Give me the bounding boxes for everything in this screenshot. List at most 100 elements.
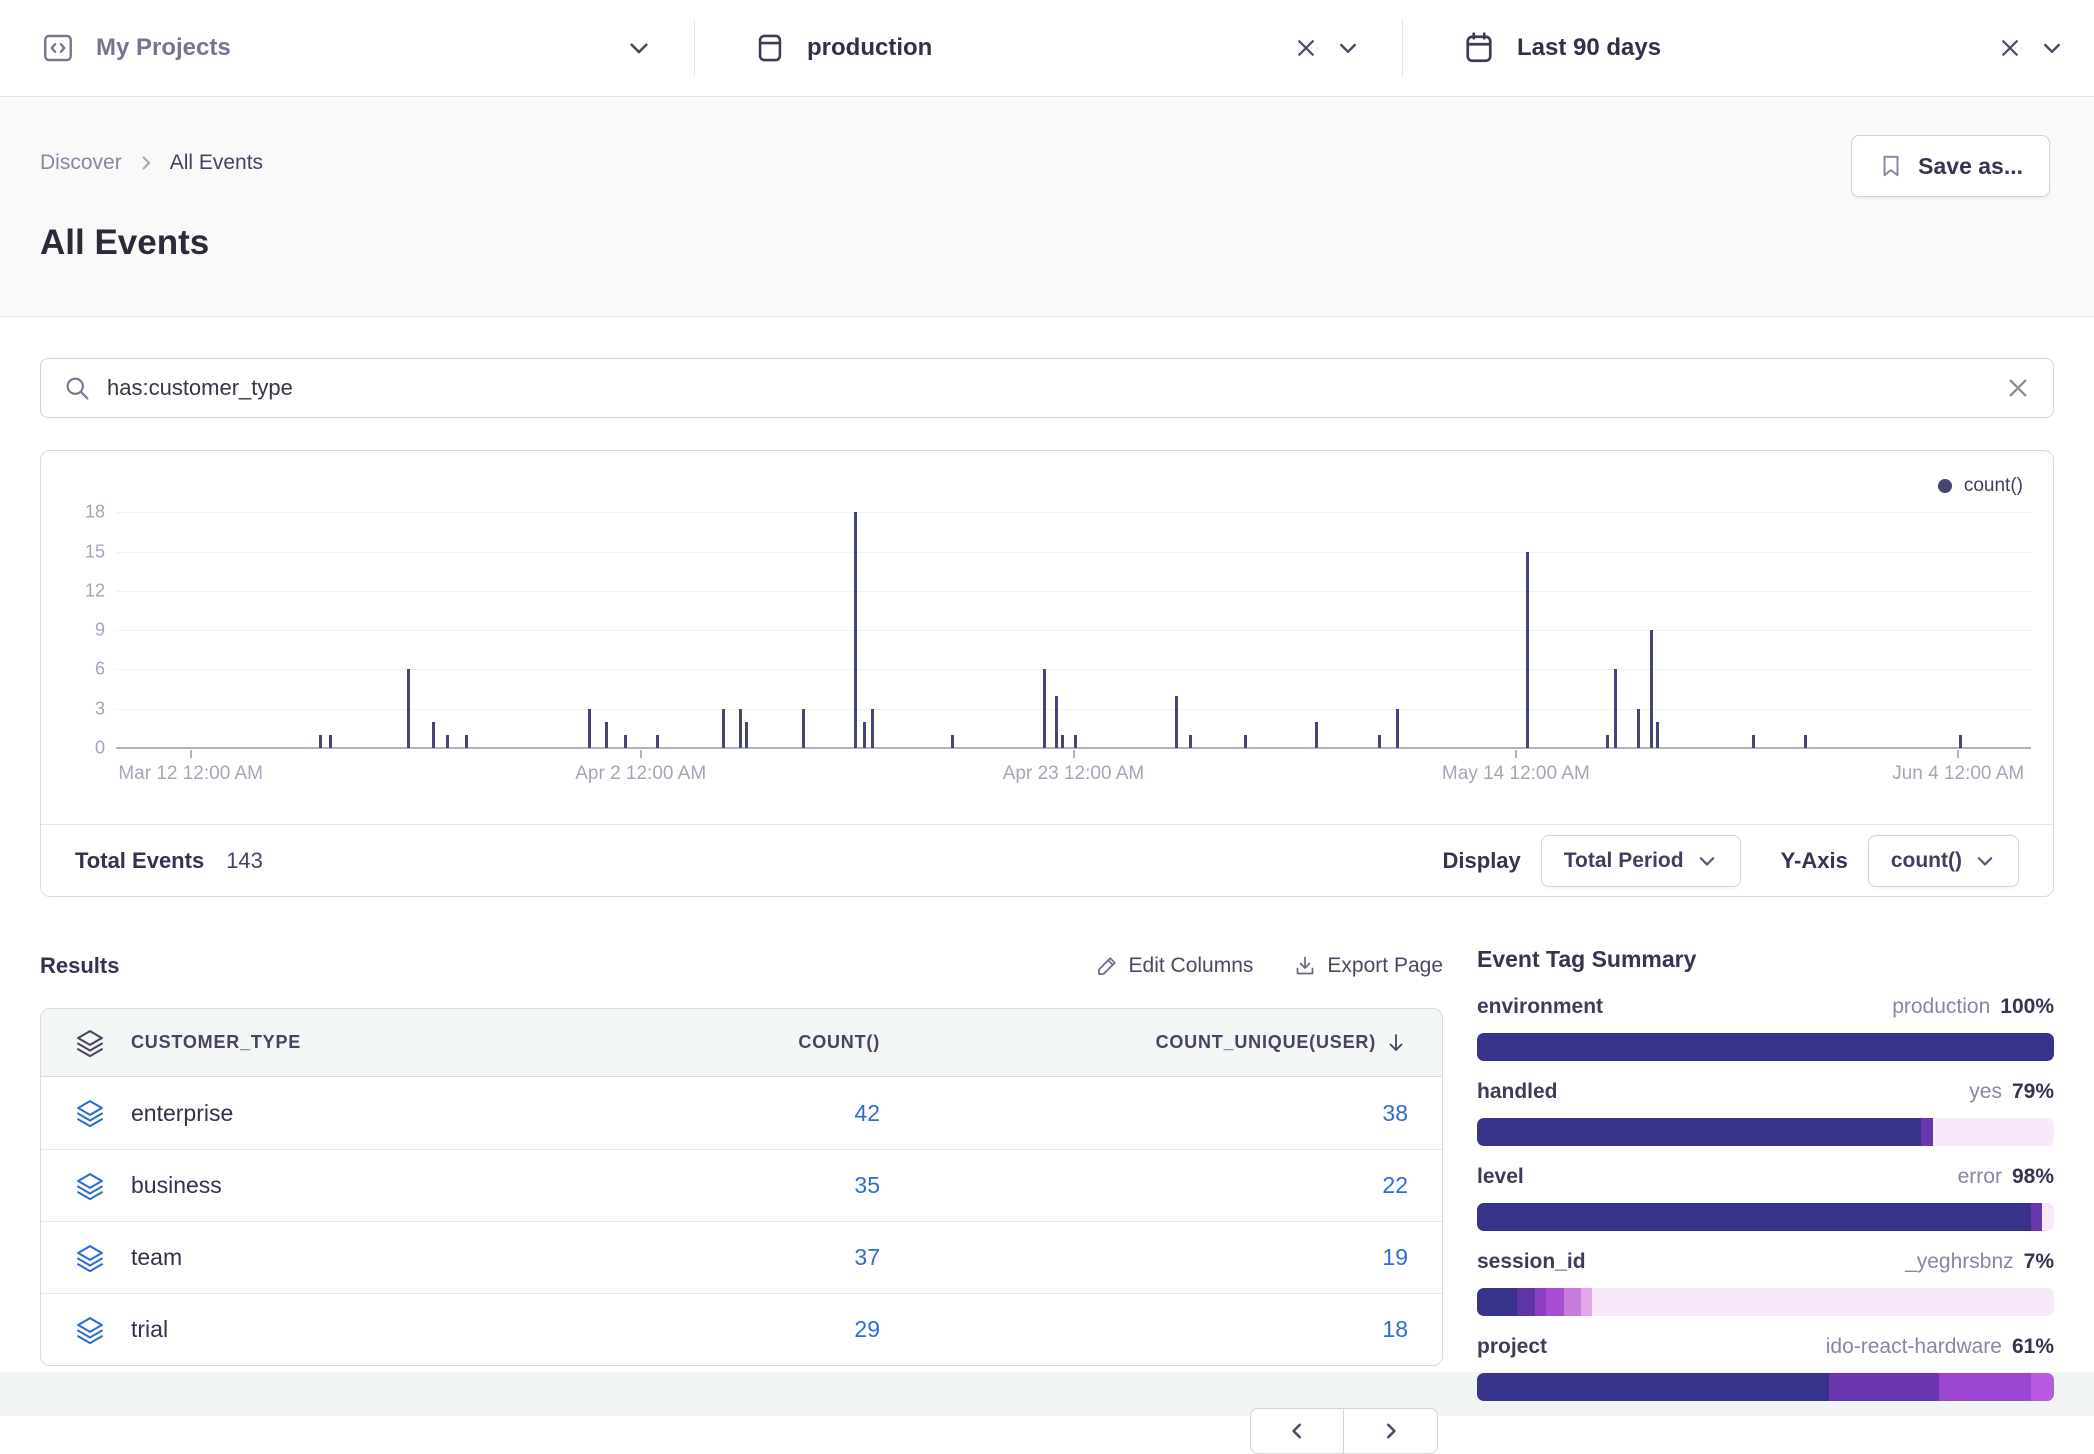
tag-bar-segment[interactable] — [1477, 1033, 2054, 1061]
edit-columns-button[interactable]: Edit Columns — [1095, 954, 1254, 978]
date-caret[interactable] — [2040, 36, 2064, 60]
column-header-count[interactable]: COUNT() — [590, 1032, 880, 1053]
export-page-button[interactable]: Export Page — [1293, 954, 1443, 978]
close-icon — [1998, 36, 2022, 60]
sort-descending-icon[interactable] — [1384, 1031, 1408, 1055]
search-clear-icon[interactable] — [2005, 375, 2031, 401]
tag-bar-segment[interactable] — [1477, 1288, 1517, 1316]
chart-bar — [446, 735, 449, 748]
search-bar[interactable] — [40, 358, 2054, 418]
x-axis-tick-label: May 14 12:00 AM — [1442, 763, 1590, 785]
save-as-button[interactable]: Save as... — [1851, 135, 2050, 197]
chart-bar — [802, 709, 805, 748]
environment-clear-icon[interactable] — [1294, 36, 1318, 60]
pencil-icon — [1095, 954, 1119, 978]
pagination-previous-button[interactable] — [1250, 1408, 1344, 1454]
y-axis-tick-label: 18 — [85, 502, 105, 523]
tag-bar-segment[interactable] — [1564, 1288, 1581, 1316]
stack-icon[interactable] — [75, 1028, 105, 1058]
tag-top-value: yes — [1969, 1080, 2002, 1104]
column-header-count-unique[interactable]: COUNT_UNIQUE(USER) — [1156, 1032, 1376, 1053]
chevron-right-icon — [1380, 1420, 1402, 1442]
tag-bar-segment[interactable] — [1829, 1373, 1939, 1401]
project-selector[interactable]: My Projects — [0, 0, 694, 96]
tag-bar-segment[interactable] — [1921, 1118, 1933, 1146]
x-axis-tick-label: Apr 2 12:00 AM — [575, 763, 706, 785]
chart-bar — [624, 735, 627, 748]
chart-bar — [1526, 552, 1529, 749]
tag-top-value: error — [1958, 1165, 2002, 1189]
date-clear-icon[interactable] — [1998, 36, 2022, 60]
chart-bar — [1396, 709, 1399, 748]
date-range-selector[interactable]: Last 90 days — [1403, 0, 2094, 96]
chart-y-axis: 0369121518 — [41, 486, 105, 748]
search-icon — [63, 374, 91, 402]
tag-summary-row: levelerror98% — [1477, 1165, 2054, 1231]
chevron-down-icon — [1974, 850, 1996, 872]
tag-bar-segment[interactable] — [1477, 1118, 1921, 1146]
x-axis-tick-label: Mar 12 12:00 AM — [118, 763, 263, 785]
y-axis-dropdown[interactable]: count() — [1868, 835, 2019, 887]
stack-icon[interactable] — [75, 1243, 105, 1273]
tag-bar-segment[interactable] — [2031, 1373, 2054, 1401]
tag-summary-row: handledyes79% — [1477, 1080, 2054, 1146]
count-cell[interactable]: 29 — [590, 1316, 880, 1343]
chart-plot — [116, 486, 2031, 748]
chart-bar — [407, 669, 410, 748]
count-cell[interactable]: 35 — [590, 1172, 880, 1199]
chart-bar — [319, 735, 322, 748]
page-title: All Events — [40, 223, 2050, 263]
chart-bar — [605, 722, 608, 748]
chart-bar — [1637, 709, 1640, 748]
tag-bar — [1477, 1033, 2054, 1061]
count-unique-cell[interactable]: 19 — [880, 1244, 1408, 1271]
stack-icon[interactable] — [75, 1171, 105, 1201]
chevron-down-icon — [626, 35, 652, 61]
tag-bar — [1477, 1288, 2054, 1316]
stack-icon[interactable] — [75, 1315, 105, 1345]
breadcrumb-discover-link[interactable]: Discover — [40, 151, 122, 175]
count-unique-cell[interactable]: 22 — [880, 1172, 1408, 1199]
display-dropdown[interactable]: Total Period — [1541, 835, 1741, 887]
column-header-customer-type[interactable]: CUSTOMER_TYPE — [131, 1032, 301, 1053]
customer-type-cell: business — [131, 1172, 222, 1199]
project-selector-caret[interactable] — [626, 35, 652, 61]
pagination-next-button[interactable] — [1344, 1408, 1438, 1454]
count-cell[interactable]: 42 — [590, 1100, 880, 1127]
tag-bar-segment[interactable] — [1581, 1288, 1593, 1316]
count-unique-cell[interactable]: 18 — [880, 1316, 1408, 1343]
chart-bar — [1055, 696, 1058, 748]
tag-summary-row: session_id_yeghrsbnz7% — [1477, 1250, 2054, 1316]
page-header: Discover All Events Save as... All Event… — [0, 97, 2094, 317]
chart-bar — [465, 735, 468, 748]
search-input[interactable] — [107, 375, 1989, 401]
tag-bar-segment[interactable] — [1477, 1373, 1829, 1401]
tag-bar-segment[interactable] — [1546, 1288, 1563, 1316]
tag-bar-segment[interactable] — [2031, 1203, 2043, 1231]
chart-footer: Total Events 143 Display Total Period Y-… — [41, 824, 2053, 896]
tag-bar-segment[interactable] — [1517, 1288, 1534, 1316]
top-filter-bar: My Projects production Las — [0, 0, 2094, 97]
y-axis-tick-label: 0 — [95, 738, 105, 759]
tag-bar-segment[interactable] — [1535, 1288, 1547, 1316]
x-axis-tick-label: Jun 4 12:00 AM — [1892, 763, 2024, 785]
count-unique-cell[interactable]: 38 — [880, 1100, 1408, 1127]
y-axis-tick-label: 15 — [85, 541, 105, 562]
chart-gridline — [116, 591, 2031, 592]
tag-summary-row: projectido-react-hardware61% — [1477, 1335, 2054, 1401]
results-heading: Results — [40, 953, 119, 979]
stack-icon[interactable] — [75, 1098, 105, 1128]
environment-caret[interactable] — [1336, 36, 1360, 60]
events-chart-panel: count() 0369121518 Mar 12 12:00 AMApr 2 … — [40, 450, 2054, 897]
chart-bar — [863, 722, 866, 748]
tag-name: handled — [1477, 1080, 1558, 1104]
chart-bar — [1804, 735, 1807, 748]
environment-selector[interactable]: production — [695, 0, 1402, 96]
chart-bar — [1189, 735, 1192, 748]
count-cell[interactable]: 37 — [590, 1244, 880, 1271]
table-row: enterprise4238 — [41, 1077, 1442, 1149]
x-axis-tick — [1073, 750, 1075, 758]
tag-bar-segment[interactable] — [1939, 1373, 2031, 1401]
y-axis-label: Y-Axis — [1781, 848, 1848, 874]
tag-bar-segment[interactable] — [1477, 1203, 2031, 1231]
